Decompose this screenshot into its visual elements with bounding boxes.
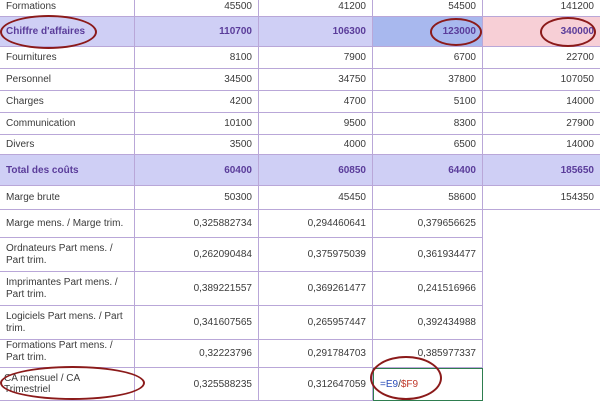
row-label-cell[interactable]: Fournitures: [0, 47, 135, 69]
value-cell[interactable]: 0,241516966: [373, 272, 483, 306]
value-cell[interactable]: 10100: [135, 113, 259, 135]
row-label-cell[interactable]: Divers: [0, 135, 135, 155]
row-label-cell[interactable]: Formations Part mens. / Part trim.: [0, 340, 135, 368]
row-label-cell[interactable]: Ordnateurs Part mens. / Part trim.: [0, 238, 135, 272]
value-cell[interactable]: 34500: [135, 69, 259, 91]
value-cell[interactable]: 106300: [259, 17, 373, 47]
table-row: Imprimantes Part mens. / Part trim. 0,38…: [0, 272, 600, 306]
value-cell[interactable]: 0,294460641: [259, 210, 373, 238]
value-cell[interactable]: 6500: [373, 135, 483, 155]
value-cell[interactable]: 58600: [373, 186, 483, 210]
value-cell[interactable]: 9500: [259, 113, 373, 135]
row-label-cell[interactable]: Charges: [0, 91, 135, 113]
value-cell[interactable]: 0,361934477: [373, 238, 483, 272]
formula-ref-e9: E9: [385, 379, 399, 390]
value-cell[interactable]: 4700: [259, 91, 373, 113]
table-row: Logiciels Part mens. / Part trim. 0,3416…: [0, 306, 600, 340]
row-label-cell[interactable]: Logiciels Part mens. / Part trim.: [0, 306, 135, 340]
value-cell[interactable]: 27900: [483, 113, 600, 135]
value-cell[interactable]: 0,341607565: [135, 306, 259, 340]
value-cell[interactable]: 0,325588235: [135, 368, 259, 401]
value-cell[interactable]: 4200: [135, 91, 259, 113]
value-cell[interactable]: 5100: [373, 91, 483, 113]
table-row: Marge brute 50300 45450 58600 154350: [0, 186, 600, 210]
row-label-cell[interactable]: Chiffre d'affaires: [0, 17, 135, 47]
value-cell[interactable]: 14000: [483, 135, 600, 155]
formula-input-cell[interactable]: = E9/$F9: [373, 368, 483, 401]
value-cell[interactable]: 60850: [259, 155, 373, 186]
value-cell[interactable]: 54500: [373, 0, 483, 17]
table-row: Communication 10100 9500 8300 27900: [0, 113, 600, 135]
table-row-revenue: Chiffre d'affaires 110700 106300 123000 …: [0, 17, 600, 47]
value-cell[interactable]: 154350: [483, 186, 600, 210]
value-cell[interactable]: 0,385977337: [373, 340, 483, 368]
value-cell[interactable]: 14000: [483, 91, 600, 113]
value-cell[interactable]: 45500: [135, 0, 259, 17]
value-cell[interactable]: 50300: [135, 186, 259, 210]
table-row: CA mensuel / CA Trimestriel 0,325588235 …: [0, 368, 600, 401]
table-row: Ordnateurs Part mens. / Part trim. 0,262…: [0, 238, 600, 272]
value-cell[interactable]: 60400: [135, 155, 259, 186]
value-cell[interactable]: 0,325882734: [135, 210, 259, 238]
reference-value-cell[interactable]: 340000: [483, 17, 600, 47]
value-cell[interactable]: 0,375975039: [259, 238, 373, 272]
table-row: Marge mens. / Marge trim. 0,325882734 0,…: [0, 210, 600, 238]
table-row: Formations Part mens. / Part trim. 0,322…: [0, 340, 600, 368]
value-cell[interactable]: 64400: [373, 155, 483, 186]
value-cell[interactable]: 4000: [259, 135, 373, 155]
value-cell[interactable]: 185650: [483, 155, 600, 186]
table-row: Charges 4200 4700 5100 14000: [0, 91, 600, 113]
value-cell[interactable]: 34750: [259, 69, 373, 91]
value-cell[interactable]: 107050: [483, 69, 600, 91]
value-cell[interactable]: 3500: [135, 135, 259, 155]
value-cell[interactable]: 7900: [259, 47, 373, 69]
value-cell[interactable]: 37800: [373, 69, 483, 91]
table-row: Personnel 34500 34750 37800 107050: [0, 69, 600, 91]
formula-ref-f9: $F9: [400, 379, 419, 390]
row-label-cell[interactable]: Communication: [0, 113, 135, 135]
value-cell[interactable]: 0,262090484: [135, 238, 259, 272]
value-cell[interactable]: 0,389221557: [135, 272, 259, 306]
table-row: Fournitures 8100 7900 6700 22700: [0, 47, 600, 69]
value-cell[interactable]: 0,392434988: [373, 306, 483, 340]
row-label-cell[interactable]: Marge brute: [0, 186, 135, 210]
row-label-cell[interactable]: CA mensuel / CA Trimestriel: [0, 368, 135, 401]
value-cell[interactable]: 141200: [483, 0, 600, 17]
row-label-cell[interactable]: Total des coûts: [0, 155, 135, 186]
value-cell[interactable]: 22700: [483, 47, 600, 69]
spreadsheet-grid: Formations 45500 41200 54500 141200 Chif…: [0, 0, 600, 401]
value-cell[interactable]: 45450: [259, 186, 373, 210]
value-cell[interactable]: 0,32223796: [135, 340, 259, 368]
value-cell[interactable]: 0,265957447: [259, 306, 373, 340]
value-cell[interactable]: 110700: [135, 17, 259, 47]
value-cell[interactable]: 0,379656625: [373, 210, 483, 238]
row-label-cell[interactable]: Marge mens. / Marge trim.: [0, 210, 135, 238]
table-row: Formations 45500 41200 54500 141200: [0, 0, 600, 17]
row-label-cell[interactable]: Imprimantes Part mens. / Part trim.: [0, 272, 135, 306]
value-cell[interactable]: 8300: [373, 113, 483, 135]
value-cell[interactable]: 6700: [373, 47, 483, 69]
row-label-cell[interactable]: Personnel: [0, 69, 135, 91]
selected-value-cell[interactable]: 123000: [373, 17, 483, 47]
value-cell[interactable]: 0,291784703: [259, 340, 373, 368]
value-cell[interactable]: 8100: [135, 47, 259, 69]
value-cell[interactable]: 0,312647059: [259, 368, 373, 401]
row-label-cell[interactable]: Formations: [0, 0, 135, 17]
value-cell[interactable]: 0,369261477: [259, 272, 373, 306]
table-row: Divers 3500 4000 6500 14000: [0, 135, 600, 155]
table-row-total-costs: Total des coûts 60400 60850 64400 185650: [0, 155, 600, 186]
value-cell[interactable]: 41200: [259, 0, 373, 17]
